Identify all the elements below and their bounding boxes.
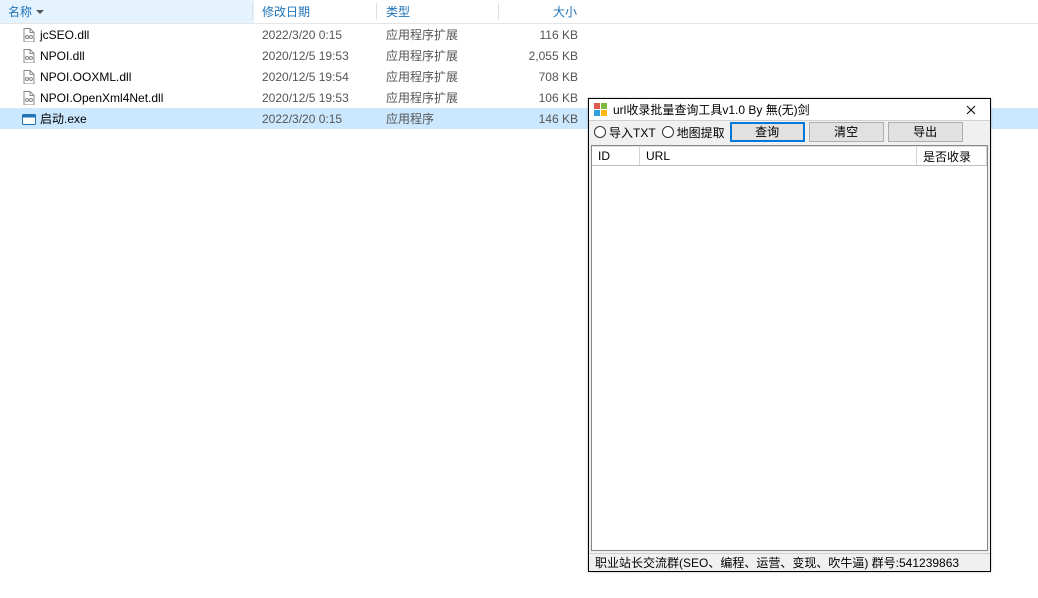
grid-header-url-label: URL — [646, 149, 670, 163]
column-header-type-label: 类型 — [386, 3, 410, 20]
results-grid: ID URL 是否收录 — [591, 145, 988, 551]
tool-window: url收录批量查询工具v1.0 By 無(无)剑 导入TXT 地图提取 查询 清… — [588, 98, 991, 572]
radio-import-txt-label: 导入TXT — [609, 124, 656, 141]
column-divider[interactable] — [498, 3, 499, 20]
radio-map-extract-label: 地图提取 — [677, 124, 725, 141]
file-date-cell: 2022/3/20 0:15 — [254, 112, 378, 126]
column-divider[interactable] — [376, 3, 377, 20]
file-type-cell: 应用程序 — [378, 110, 500, 127]
column-divider[interactable] — [252, 3, 253, 20]
results-grid-body[interactable] — [592, 166, 987, 550]
radio-import-txt[interactable]: 导入TXT — [593, 124, 657, 141]
file-name-label: NPOI.OOXML.dll — [40, 70, 131, 84]
file-type-cell: 应用程序扩展 — [378, 89, 500, 106]
file-date-cell: 2022/3/20 0:15 — [254, 28, 378, 42]
file-name-cell: NPOI.dll — [0, 49, 254, 63]
table-row[interactable]: NPOI.OOXML.dll 2020/12/5 19:54应用程序扩展708 K… — [0, 66, 1038, 87]
file-date-cell: 2020/12/5 19:54 — [254, 70, 378, 84]
column-header-name[interactable]: 名称 — [0, 0, 254, 23]
tool-status-text: 职业站长交流群(SEO、编程、运营、变现、吹牛逼) 群号:541239863 — [595, 554, 959, 571]
clear-button[interactable]: 清空 — [809, 122, 884, 142]
grid-header-id-label: ID — [598, 149, 610, 163]
column-header-size[interactable]: 大小 — [500, 0, 586, 23]
column-header-date-label: 修改日期 — [262, 3, 310, 20]
dll-icon — [22, 91, 36, 105]
file-size-cell: 708 KB — [500, 70, 586, 84]
file-size-cell: 106 KB — [500, 91, 586, 105]
file-name-cell: NPOI.OOXML.dll — [0, 70, 254, 84]
radio-circle-icon — [662, 126, 674, 138]
grid-header-included-label: 是否收录 — [923, 148, 971, 165]
file-size-cell: 2,055 KB — [500, 49, 586, 63]
file-type-cell: 应用程序扩展 — [378, 47, 500, 64]
file-name-cell: jcSEO.dll — [0, 28, 254, 42]
column-header-date[interactable]: 修改日期 — [254, 0, 378, 23]
table-row[interactable]: jcSEO.dll 2022/3/20 0:15应用程序扩展116 KB — [0, 24, 1038, 45]
grid-header-url[interactable]: URL — [640, 146, 917, 165]
radio-map-extract[interactable]: 地图提取 — [661, 124, 726, 141]
tool-window-titlebar[interactable]: url收录批量查询工具v1.0 By 無(无)剑 — [589, 99, 990, 121]
tool-status-bar: 职业站长交流群(SEO、编程、运营、变现、吹牛逼) 群号:541239863 — [589, 553, 990, 571]
column-header-type[interactable]: 类型 — [378, 0, 500, 23]
column-header-size-label: 大小 — [553, 3, 577, 20]
dll-icon — [22, 70, 36, 84]
file-type-cell: 应用程序扩展 — [378, 68, 500, 85]
radio-circle-icon — [594, 126, 606, 138]
file-type-cell: 应用程序扩展 — [378, 26, 500, 43]
app-icon — [593, 102, 609, 118]
tool-toolbar: 导入TXT 地图提取 查询 清空 导出 — [589, 121, 990, 143]
exe-icon — [22, 112, 36, 126]
file-size-cell: 146 KB — [500, 112, 586, 126]
dll-icon — [22, 49, 36, 63]
file-name-cell: 启动.exe — [0, 110, 254, 127]
column-header-name-label: 名称 — [8, 3, 32, 20]
dll-icon — [22, 28, 36, 42]
file-name-label: NPOI.dll — [40, 49, 85, 63]
column-header-row: 名称 修改日期 类型 大小 — [0, 0, 1038, 24]
close-icon[interactable] — [956, 99, 986, 121]
query-button[interactable]: 查询 — [730, 122, 805, 142]
file-name-cell: NPOI.OpenXml4Net.dll — [0, 91, 254, 105]
file-size-cell: 116 KB — [500, 28, 586, 42]
export-button[interactable]: 导出 — [888, 122, 963, 142]
results-grid-header: ID URL 是否收录 — [592, 146, 987, 166]
table-row[interactable]: NPOI.dll 2020/12/5 19:53应用程序扩展2,055 KB — [0, 45, 1038, 66]
tool-window-title: url收录批量查询工具v1.0 By 無(无)剑 — [613, 101, 956, 118]
grid-header-included[interactable]: 是否收录 — [917, 146, 987, 165]
file-name-label: 启动.exe — [40, 110, 87, 127]
file-name-label: jcSEO.dll — [40, 28, 89, 42]
grid-header-id[interactable]: ID — [592, 146, 640, 165]
file-date-cell: 2020/12/5 19:53 — [254, 91, 378, 105]
file-date-cell: 2020/12/5 19:53 — [254, 49, 378, 63]
file-name-label: NPOI.OpenXml4Net.dll — [40, 91, 163, 105]
